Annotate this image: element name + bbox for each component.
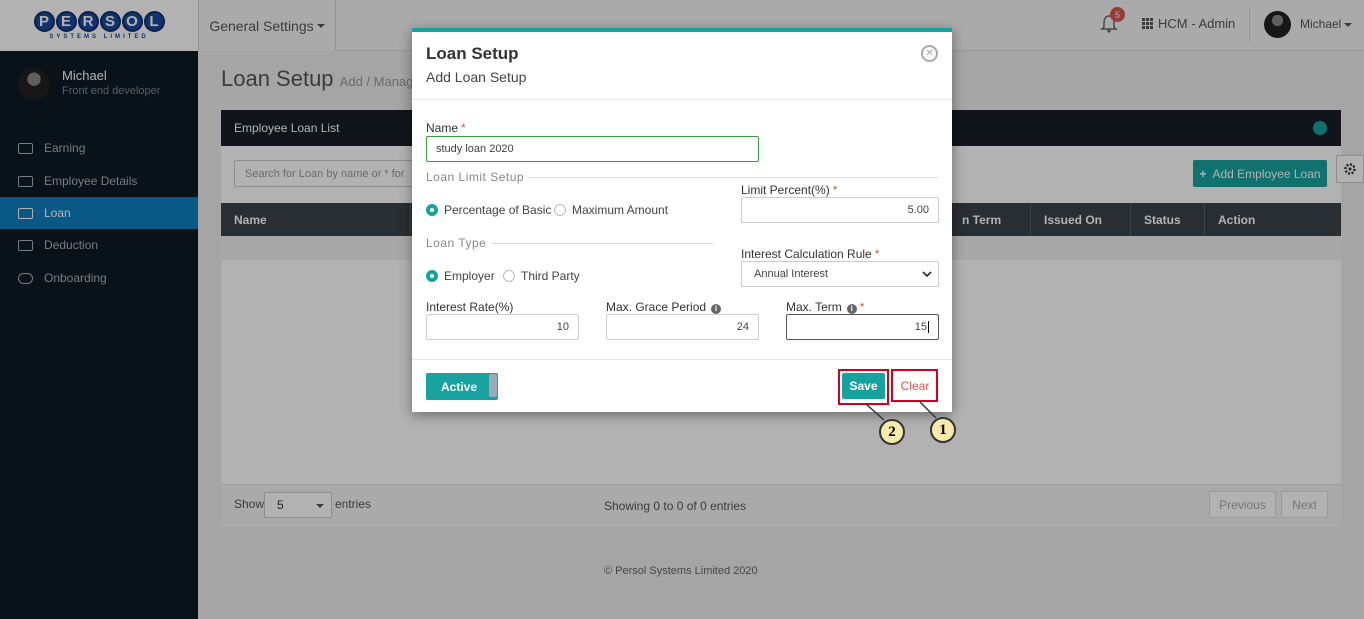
clear-button-highlight: [891, 369, 938, 402]
modal-title: Loan Setup: [426, 44, 519, 63]
divider: [492, 243, 714, 244]
callout-1: 1: [930, 417, 956, 443]
divider: [412, 99, 952, 100]
info-icon[interactable]: i: [711, 303, 722, 314]
radio-checked-icon: [426, 270, 438, 282]
callout-leaders: [865, 401, 937, 421]
radio-maximum-amount[interactable]: Maximum Amount: [554, 203, 668, 217]
radio-checked-icon: [426, 204, 438, 216]
grace-period-label: Max. Grace Period i: [606, 300, 722, 314]
radio-employer[interactable]: Employer: [426, 269, 495, 283]
active-toggle[interactable]: Active: [426, 373, 498, 400]
loan-name-input[interactable]: study loan 2020: [426, 136, 759, 162]
loan-limit-legend: Loan Limit Setup: [426, 170, 525, 184]
interest-rule-label: Interest Calculation Rule *: [741, 247, 880, 261]
close-icon[interactable]: ✕: [921, 45, 938, 62]
radio-unchecked-icon: [554, 204, 566, 216]
modal-subtitle: Add Loan Setup: [426, 69, 527, 85]
interest-rate-label: Interest Rate(%): [426, 300, 514, 314]
interest-rate-input[interactable]: 10: [426, 314, 579, 340]
max-term-label: Max. Term i *: [786, 300, 865, 314]
divider: [412, 359, 952, 360]
name-label: Name *: [426, 121, 466, 135]
radio-percentage-of-basic[interactable]: Percentage of Basic: [426, 203, 551, 217]
radio-third-party[interactable]: Third Party: [503, 269, 580, 283]
limit-percent-label: Limit Percent(%) *: [741, 183, 838, 197]
callout-2: 2: [879, 419, 905, 445]
radio-unchecked-icon: [503, 270, 515, 282]
loan-type-legend: Loan Type: [426, 236, 487, 250]
chevron-down-icon: [922, 271, 932, 278]
toggle-knob: [489, 374, 497, 397]
info-icon[interactable]: i: [846, 303, 857, 314]
grace-period-input[interactable]: 24: [606, 314, 759, 340]
divider: [528, 177, 938, 178]
max-term-input[interactable]: 15: [786, 314, 939, 340]
limit-percent-input[interactable]: 5.00: [741, 197, 939, 223]
interest-rule-select[interactable]: Annual Interest: [741, 261, 939, 287]
